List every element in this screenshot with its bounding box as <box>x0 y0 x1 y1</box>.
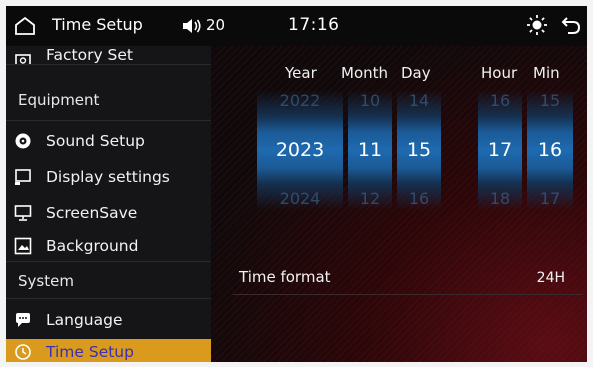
sidebar-item-label: Factory Set <box>46 46 133 64</box>
sidebar-item-sound-setup[interactable]: Sound Setup <box>6 125 211 157</box>
sidebar-item-label: Language <box>46 311 123 329</box>
brightness-icon[interactable] <box>526 14 548 36</box>
column-header-min: Min <box>533 64 560 82</box>
day-next-value[interactable]: 16 <box>409 188 429 210</box>
factory-icon <box>15 54 31 64</box>
sidebar-item-background[interactable]: Background <box>6 230 211 262</box>
hour-current-value: 17 <box>487 139 513 161</box>
time-setup-panel: Year Month Day Hour Min 2022 2023 2024 1… <box>211 46 587 362</box>
section-equipment: Equipment <box>18 91 100 109</box>
minute-picker[interactable]: 15 16 17 <box>527 90 573 210</box>
divider <box>6 261 211 262</box>
clock: 17:16 <box>288 15 340 35</box>
day-prev-value[interactable]: 14 <box>409 90 429 112</box>
divider <box>6 64 211 65</box>
sidebar-item-label: ScreenSave <box>46 204 138 222</box>
minute-prev-value[interactable]: 15 <box>540 90 560 112</box>
head-unit-screen: Time Setup 20 17:16 Factory Set Equipmen… <box>6 6 587 362</box>
sidebar-item-screensave[interactable]: ScreenSave <box>6 197 211 229</box>
monitor-icon <box>14 205 32 221</box>
status-bar: Time Setup 20 17:16 <box>6 6 587 46</box>
month-next-value[interactable]: 12 <box>360 188 380 210</box>
year-next-value[interactable]: 2024 <box>280 188 321 210</box>
back-icon[interactable] <box>561 15 581 35</box>
year-picker[interactable]: 2022 2023 2024 <box>257 90 343 210</box>
sidebar-item-language[interactable]: Language <box>6 304 211 336</box>
month-current-value: 11 <box>357 139 383 161</box>
sidebar-item-factory-set[interactable]: Factory Set <box>6 46 211 64</box>
minute-next-value[interactable]: 17 <box>540 188 560 210</box>
sidebar-item-label: Time Setup <box>46 343 134 361</box>
column-header-year: Year <box>285 64 317 82</box>
day-current-value: 15 <box>406 139 432 161</box>
sound-icon <box>15 133 31 149</box>
month-picker[interactable]: 10 11 12 <box>348 90 392 210</box>
settings-sidebar: Factory Set Equipment Sound Setup Displa… <box>6 46 211 362</box>
divider <box>6 120 211 121</box>
home-icon[interactable] <box>14 16 36 36</box>
language-icon <box>16 313 30 327</box>
volume-icon[interactable] <box>182 17 202 35</box>
column-header-hour: Hour <box>481 64 518 82</box>
hour-prev-value[interactable]: 16 <box>490 90 510 112</box>
hour-picker[interactable]: 16 17 18 <box>478 90 522 210</box>
sidebar-item-label: Display settings <box>46 168 170 186</box>
clock-icon <box>15 344 31 360</box>
column-header-month: Month <box>341 64 389 82</box>
display-icon <box>15 169 31 185</box>
sidebar-item-display-settings[interactable]: Display settings <box>6 161 211 193</box>
sidebar-item-time-setup[interactable]: Time Setup <box>6 339 211 362</box>
month-prev-value[interactable]: 10 <box>360 90 380 112</box>
divider <box>233 294 583 295</box>
year-current-value: 2023 <box>275 139 325 161</box>
day-picker[interactable]: 14 15 16 <box>397 90 441 210</box>
time-format-value[interactable]: 24H <box>537 270 565 286</box>
year-prev-value[interactable]: 2022 <box>280 90 321 112</box>
section-system: System <box>18 272 74 290</box>
sidebar-item-label: Background <box>46 237 139 255</box>
page-title: Time Setup <box>52 15 143 34</box>
minute-current-value: 16 <box>537 139 563 161</box>
background-icon <box>14 237 32 255</box>
time-format-label[interactable]: Time format <box>239 268 331 286</box>
sidebar-item-label: Sound Setup <box>46 132 145 150</box>
divider <box>6 298 211 299</box>
volume-level: 20 <box>206 16 226 34</box>
hour-next-value[interactable]: 18 <box>490 188 510 210</box>
column-header-day: Day <box>401 64 431 82</box>
